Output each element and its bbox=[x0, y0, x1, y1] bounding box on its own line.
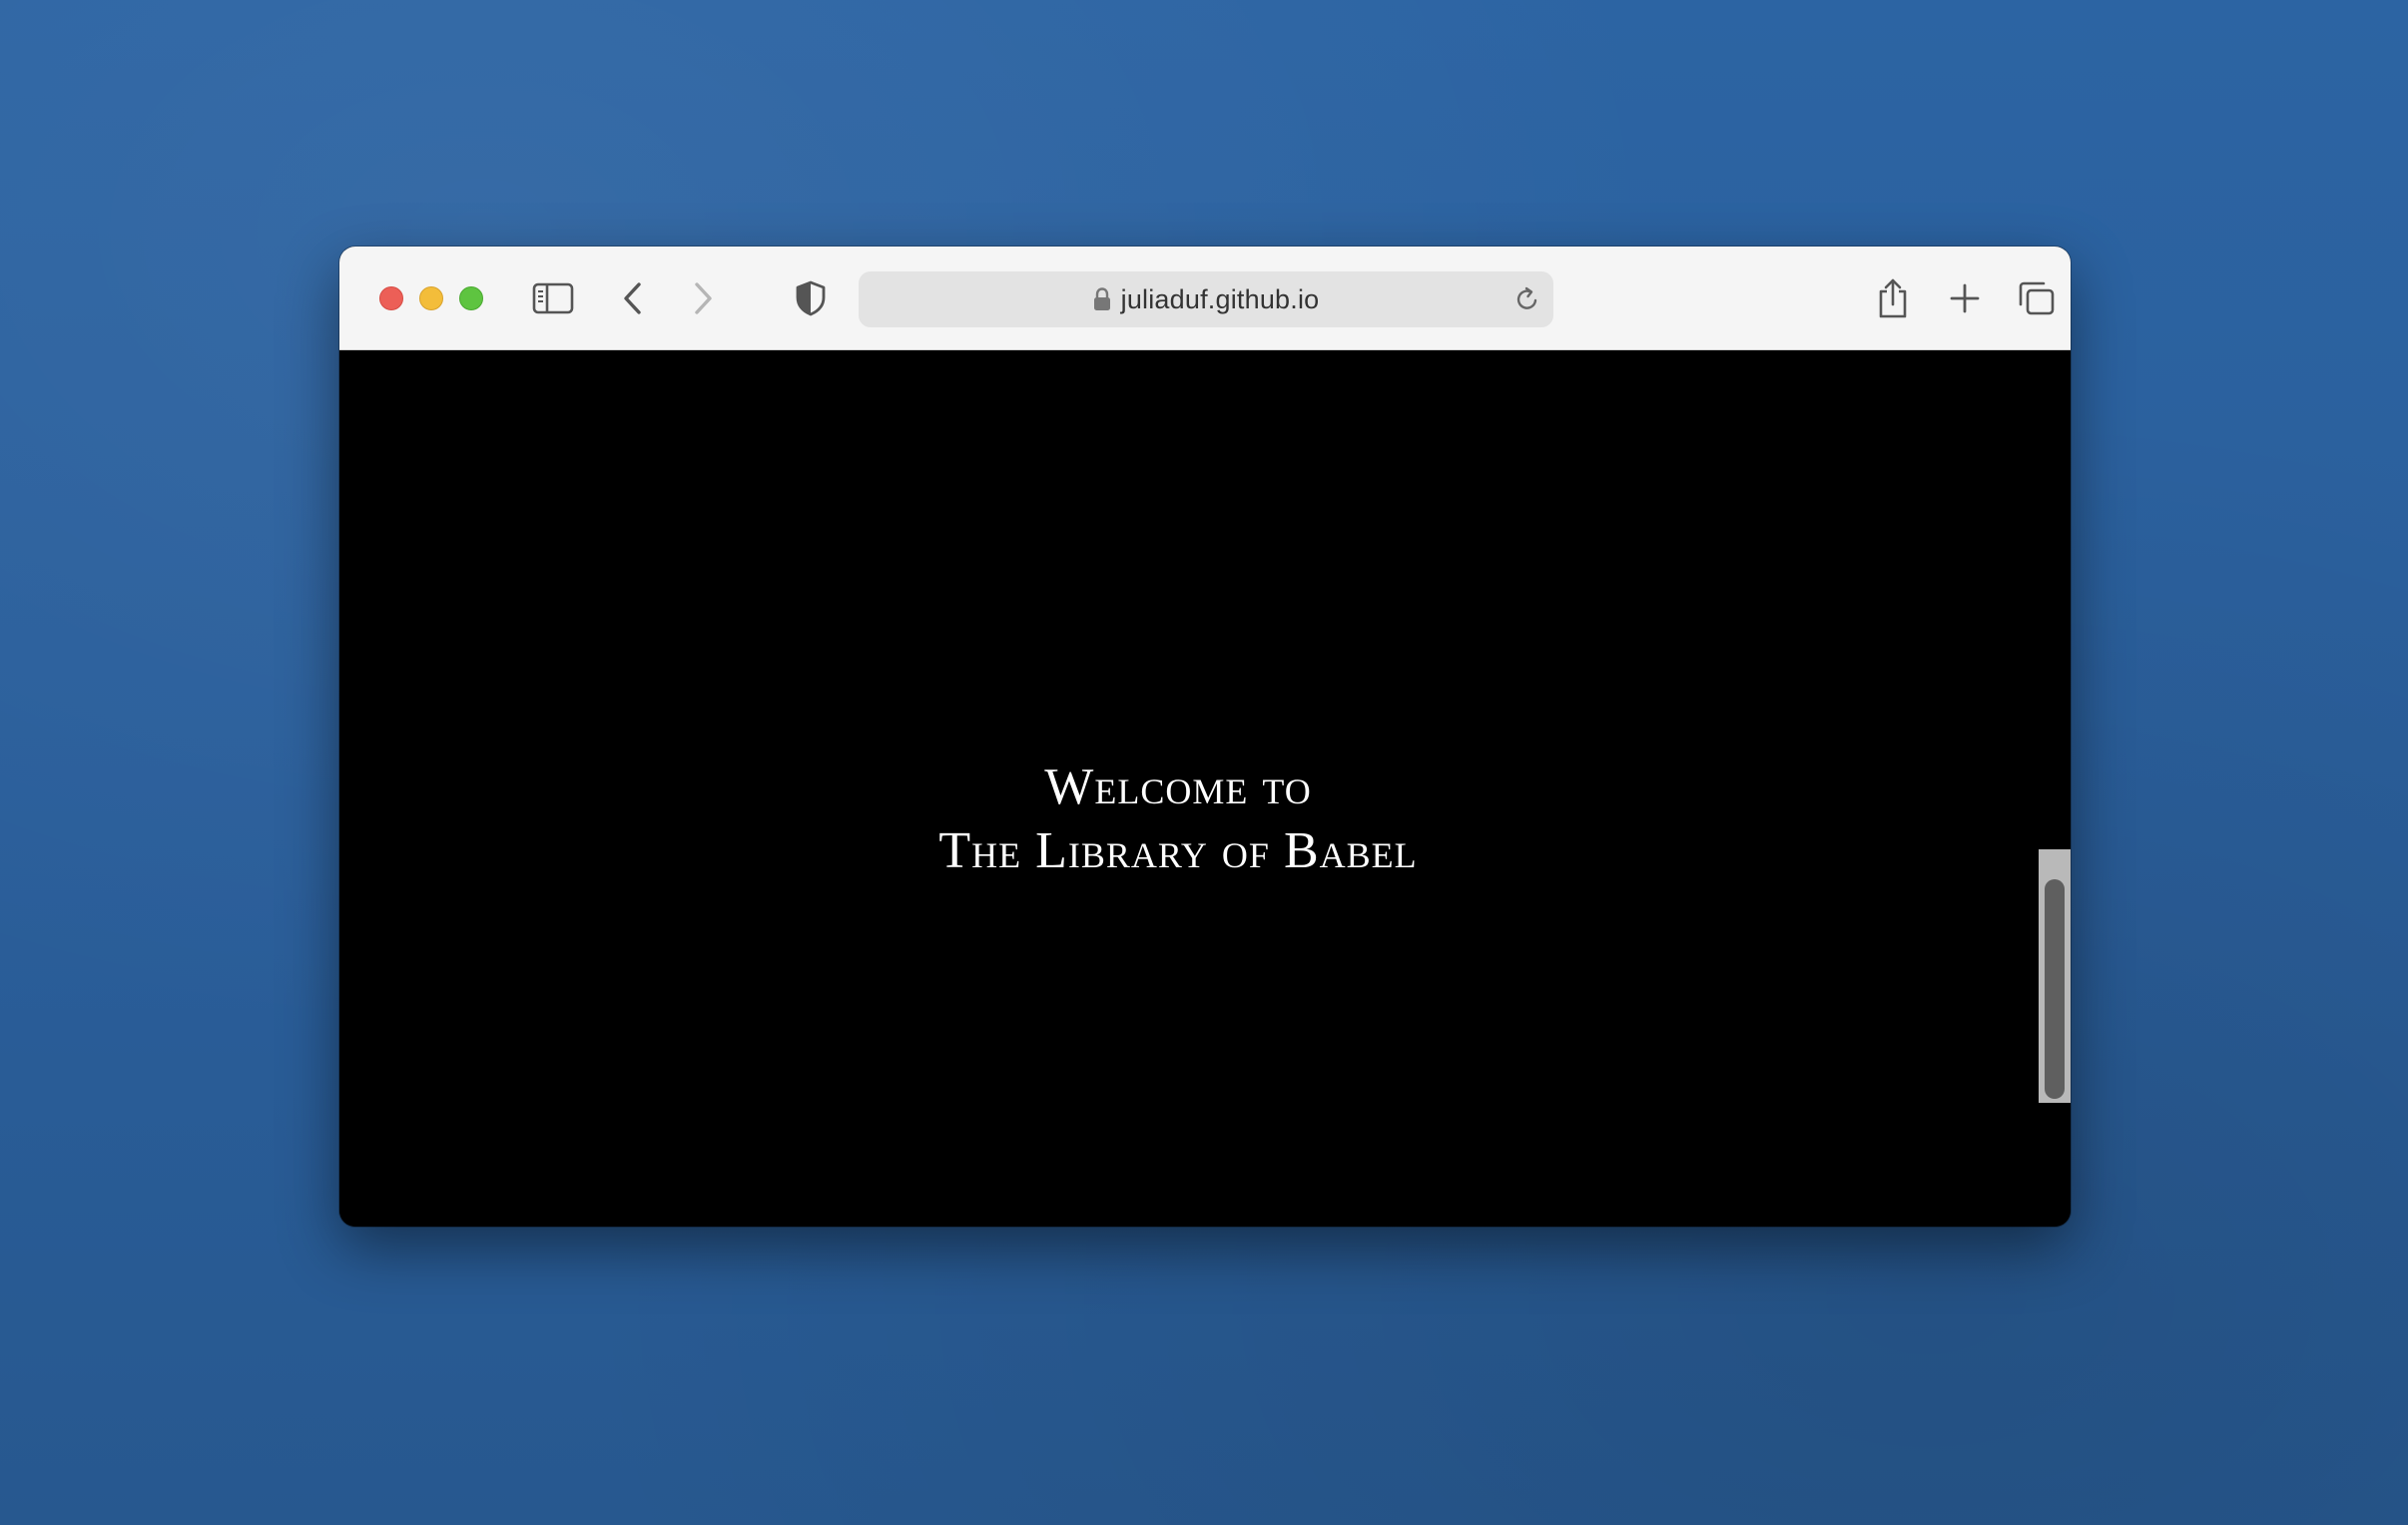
tab-overview-icon bbox=[2019, 281, 2055, 315]
scrollbar-track[interactable] bbox=[2039, 849, 2071, 1103]
back-icon bbox=[624, 282, 641, 314]
minimize-window-button[interactable] bbox=[419, 286, 443, 310]
sidebar-icon bbox=[532, 282, 574, 314]
zoom-window-button[interactable] bbox=[459, 286, 483, 310]
browser-window: juliaduf.github.io Welcome to The Librar… bbox=[339, 247, 2071, 1227]
close-window-button[interactable] bbox=[379, 286, 403, 310]
tab-overview-button[interactable] bbox=[2011, 272, 2063, 324]
privacy-shield-icon bbox=[796, 280, 826, 316]
browser-toolbar: juliaduf.github.io bbox=[339, 247, 2071, 350]
forward-button[interactable] bbox=[677, 272, 729, 324]
page-content: Welcome to The Library of Babel bbox=[339, 350, 2071, 1227]
back-button[interactable] bbox=[607, 272, 659, 324]
heading-line-2: The Library of Babel bbox=[938, 822, 1418, 879]
lock-icon bbox=[1093, 287, 1110, 310]
forward-icon bbox=[695, 282, 712, 314]
share-icon bbox=[1879, 278, 1907, 318]
privacy-report-button[interactable] bbox=[785, 272, 837, 324]
share-button[interactable] bbox=[1867, 272, 1919, 324]
scrollbar-thumb[interactable] bbox=[2045, 879, 2065, 1099]
reload-icon[interactable] bbox=[1513, 285, 1541, 313]
new-tab-icon bbox=[1950, 283, 1980, 313]
welcome-heading: Welcome to The Library of Babel bbox=[339, 756, 2017, 883]
new-tab-button[interactable] bbox=[1939, 272, 1991, 324]
heading-line-1: Welcome to bbox=[1044, 759, 1312, 815]
url-text: juliaduf.github.io bbox=[1120, 283, 1320, 314]
address-bar[interactable]: juliaduf.github.io bbox=[859, 271, 1553, 327]
sidebar-toggle-button[interactable] bbox=[527, 272, 579, 324]
